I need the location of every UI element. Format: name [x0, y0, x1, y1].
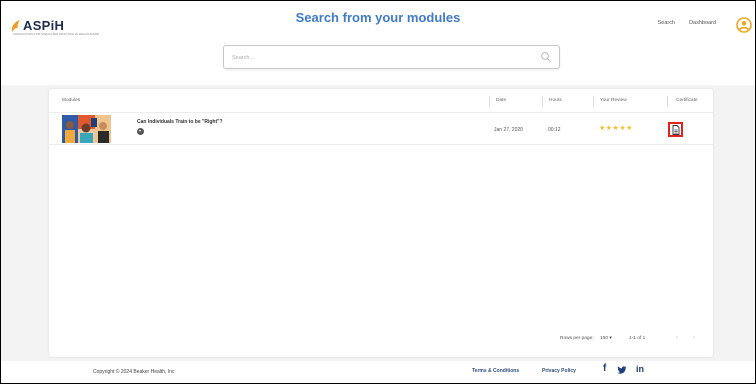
page-title: Search from your modules — [295, 10, 461, 25]
modules-table-card: Modules Date Hours Your Review Certifica… — [49, 89, 713, 357]
copyright: Copyright © 2024 Beaker Health, Inc — [93, 369, 175, 375]
column-header-certificate[interactable]: Certificate — [676, 98, 698, 103]
column-divider — [593, 96, 594, 107]
header: ASPiH ASSOCIATION FOR SIMULATED PRACTICE… — [1, 1, 755, 85]
search-icon[interactable] — [540, 51, 552, 63]
nav-dashboard-link[interactable]: Dashboard — [689, 20, 716, 26]
column-header-date[interactable]: Date — [496, 98, 506, 103]
play-icon[interactable] — [137, 128, 144, 135]
app-window: ASPiH ASSOCIATION FOR SIMULATED PRACTICE… — [0, 0, 756, 384]
linkedin-icon[interactable]: in — [636, 364, 644, 374]
twitter-icon[interactable] — [617, 366, 627, 375]
top-nav: Search Dashboard — [658, 20, 716, 26]
facebook-icon[interactable]: f — [603, 363, 606, 374]
footer: Copyright © 2024 Beaker Health, Inc Term… — [1, 361, 755, 383]
column-divider — [489, 96, 490, 107]
module-title[interactable]: Can Individuals Train to be "Right"? — [137, 119, 223, 125]
header-divider — [49, 112, 713, 113]
module-thumbnail[interactable] — [62, 115, 111, 143]
column-header-hours[interactable]: Hours — [549, 98, 562, 103]
module-hours: 00:12 — [548, 127, 561, 133]
document-icon — [672, 125, 680, 135]
module-date: Jan 27, 2020 — [494, 127, 523, 133]
chevron-left-icon[interactable]: ‹ — [676, 335, 678, 341]
chevron-right-icon[interactable]: › — [693, 335, 695, 341]
terms-link[interactable]: Terms & Conditions — [472, 368, 519, 374]
privacy-link[interactable]: Privacy Policy — [542, 368, 576, 374]
page-range: 1-1 of 1 — [629, 336, 646, 341]
rows-per-page-select[interactable]: 100 ▾ — [600, 336, 612, 341]
chevron-down-icon: ▾ — [609, 336, 612, 341]
search-box — [223, 45, 560, 69]
rows-per-page-label: Rows per page: — [560, 336, 594, 341]
review-stars[interactable]: ★★★★★ — [599, 124, 633, 132]
row-divider — [49, 144, 713, 145]
user-icon[interactable] — [736, 17, 752, 33]
column-header-review[interactable]: Your Review — [600, 98, 627, 103]
search-input[interactable] — [230, 49, 534, 66]
column-divider — [542, 96, 543, 107]
column-divider — [667, 96, 668, 107]
nav-search-link[interactable]: Search — [658, 20, 675, 26]
column-header-modules[interactable]: Modules — [62, 98, 80, 103]
rows-per-page-value: 100 — [600, 336, 609, 341]
brand-tagline: ASSOCIATION FOR SIMULATED PRACTICE IN HE… — [13, 32, 99, 36]
certificate-button[interactable] — [668, 122, 683, 137]
